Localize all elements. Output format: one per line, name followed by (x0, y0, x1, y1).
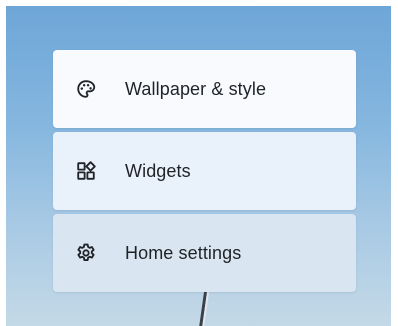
wallpaper-and-style-menu-item[interactable]: Wallpaper & style (53, 50, 356, 128)
palette-icon (77, 80, 96, 98)
gear-icon (77, 243, 95, 261)
home-settings-menu-item[interactable]: Home settings (53, 214, 356, 292)
widgets-icon (77, 161, 96, 180)
widgets-menu-item[interactable]: Widgets (53, 132, 356, 210)
home-settings-label: Home settings (125, 243, 242, 263)
widgets-label: Widgets (125, 161, 191, 181)
wallpaper-and-style-label: Wallpaper & style (125, 79, 267, 99)
home-screen: Wallpaper & style Widgets Home settings (0, 0, 398, 326)
